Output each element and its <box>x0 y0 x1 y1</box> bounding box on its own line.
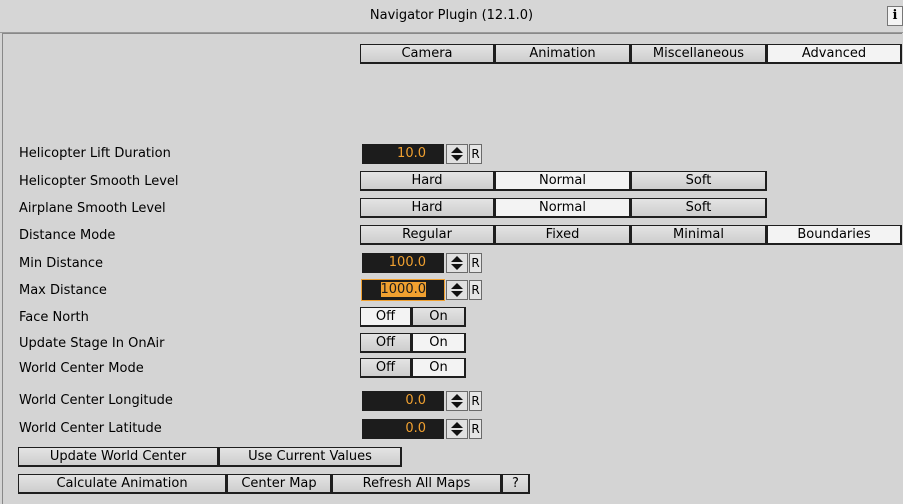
spin-arrows-icon[interactable] <box>446 253 468 273</box>
airplane-smooth-normal-button[interactable]: Normal <box>495 198 631 218</box>
title-bar: Navigator Plugin (12.1.0) i <box>0 0 903 33</box>
helicopter-lift-duration-label: Helicopter Lift Duration <box>19 146 171 161</box>
help-button[interactable]: ? <box>502 474 530 494</box>
max-distance-label: Max Distance <box>19 283 107 298</box>
airplane-smooth-level-label: Airplane Smooth Level <box>19 201 166 216</box>
distance-mode-fixed-button[interactable]: Fixed <box>495 225 631 245</box>
world-center-latitude-label: World Center Latitude <box>19 421 162 436</box>
face-north-on-button[interactable]: On <box>412 307 466 327</box>
helicopter-lift-duration-field[interactable]: 10.0 <box>362 144 444 164</box>
spin-arrows-icon[interactable] <box>446 280 468 300</box>
world-center-longitude-value: 0.0 <box>405 393 426 408</box>
distance-mode-regular-button[interactable]: Regular <box>360 225 495 245</box>
update-stage-label: Update Stage In OnAir <box>19 336 165 351</box>
reset-button[interactable]: R <box>469 280 482 300</box>
distance-mode-label: Distance Mode <box>19 228 116 243</box>
spin-arrows-icon[interactable] <box>446 391 468 411</box>
min-distance-field[interactable]: 100.0 <box>362 253 444 273</box>
helicopter-smooth-level-label: Helicopter Smooth Level <box>19 174 179 189</box>
tab-advanced[interactable]: Advanced <box>767 44 902 64</box>
min-distance-value: 100.0 <box>388 255 426 270</box>
tab-camera[interactable]: Camera <box>360 44 495 64</box>
text-cursor: 1 <box>380 282 389 297</box>
center-map-button[interactable]: Center Map <box>227 474 332 494</box>
tab-animation[interactable]: Animation <box>495 44 631 64</box>
max-distance-field[interactable]: 1000.0 <box>361 279 445 301</box>
helicopter-lift-duration-value: 10.0 <box>397 146 426 161</box>
world-center-longitude-label: World Center Longitude <box>19 393 173 408</box>
distance-mode-minimal-button[interactable]: Minimal <box>631 225 767 245</box>
spin-arrows-icon[interactable] <box>446 144 468 164</box>
update-world-center-button[interactable]: Update World Center <box>18 447 219 467</box>
world-center-mode-label: World Center Mode <box>19 361 144 376</box>
helicopter-smooth-normal-button[interactable]: Normal <box>495 171 631 191</box>
world-center-longitude-field[interactable]: 0.0 <box>362 391 444 411</box>
calculate-animation-button[interactable]: Calculate Animation <box>18 474 227 494</box>
min-distance-label: Min Distance <box>19 256 104 271</box>
update-stage-off-button[interactable]: Off <box>360 333 412 353</box>
airplane-smooth-soft-button[interactable]: Soft <box>631 198 767 218</box>
info-icon[interactable]: i <box>887 6 903 26</box>
spin-arrows-icon[interactable] <box>446 419 468 439</box>
window-title: Navigator Plugin (12.1.0) <box>369 8 534 23</box>
helicopter-smooth-soft-button[interactable]: Soft <box>631 171 767 191</box>
max-distance-value-rest: 000.0 <box>388 282 426 297</box>
reset-button[interactable]: R <box>469 391 482 411</box>
tab-miscellaneous[interactable]: Miscellaneous <box>631 44 767 64</box>
reset-button[interactable]: R <box>469 144 482 164</box>
helicopter-smooth-hard-button[interactable]: Hard <box>360 171 495 191</box>
world-center-latitude-value: 0.0 <box>405 421 426 436</box>
face-north-off-button[interactable]: Off <box>360 307 412 327</box>
world-center-latitude-field[interactable]: 0.0 <box>362 419 444 439</box>
face-north-label: Face North <box>19 310 89 325</box>
max-distance-value: 1000.0 <box>380 280 426 300</box>
update-stage-on-button[interactable]: On <box>412 333 466 353</box>
distance-mode-boundaries-button[interactable]: Boundaries <box>767 225 902 245</box>
refresh-all-maps-button[interactable]: Refresh All Maps <box>332 474 502 494</box>
airplane-smooth-hard-button[interactable]: Hard <box>360 198 495 218</box>
world-center-mode-off-button[interactable]: Off <box>360 358 412 378</box>
use-current-values-button[interactable]: Use Current Values <box>219 447 402 467</box>
reset-button[interactable]: R <box>469 253 482 273</box>
world-center-mode-on-button[interactable]: On <box>412 358 466 378</box>
reset-button[interactable]: R <box>469 419 482 439</box>
